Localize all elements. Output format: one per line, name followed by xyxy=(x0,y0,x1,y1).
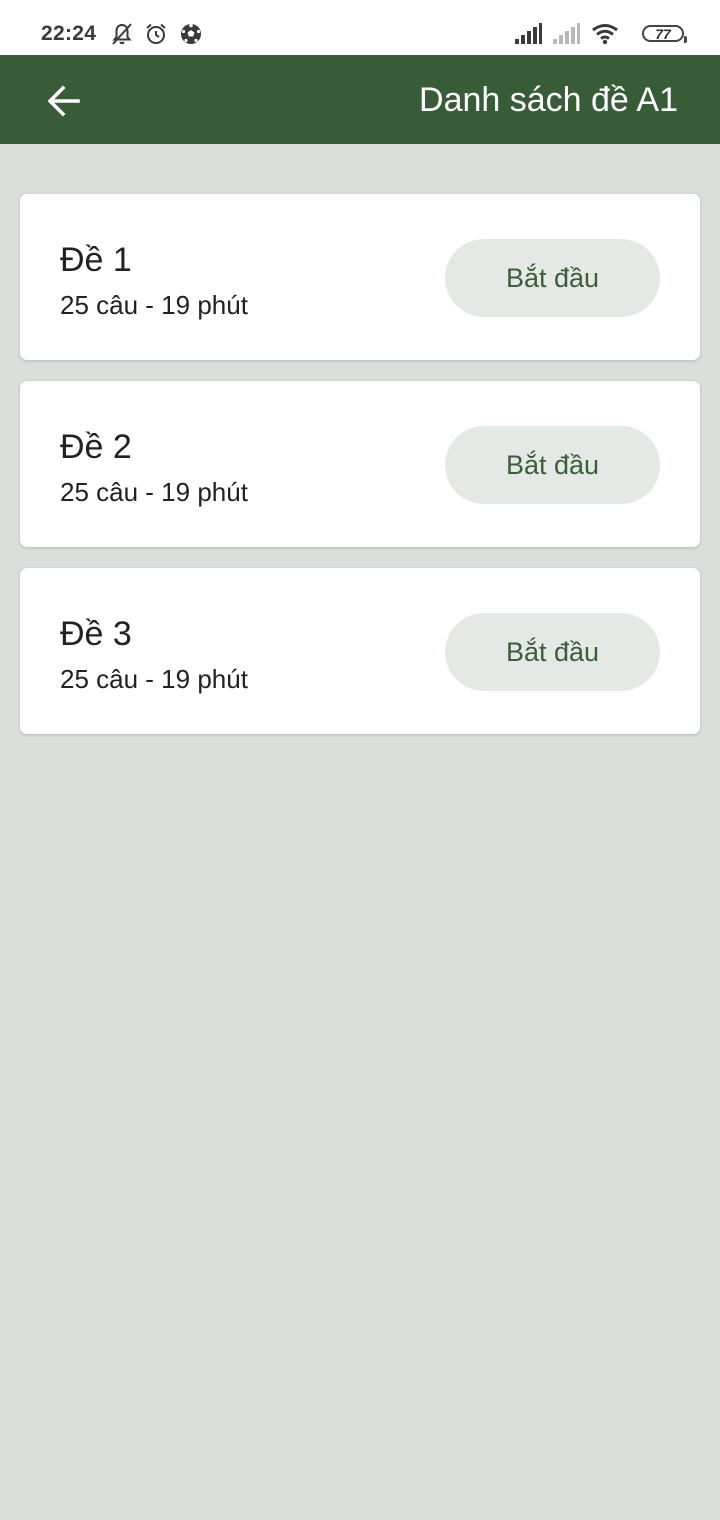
battery-tip xyxy=(684,36,687,43)
start-button-exam-1[interactable]: Bắt đầu xyxy=(445,239,660,317)
alarm-icon xyxy=(146,23,166,44)
status-icons-right: 77 xyxy=(514,22,687,48)
exam-card-3: Đề 3 25 câu - 19 phút Bắt đầu xyxy=(20,568,700,734)
back-button[interactable] xyxy=(32,69,96,133)
arrow-left-icon xyxy=(47,85,80,117)
exam-title: Đề 3 xyxy=(60,615,132,653)
battery-level: 77 xyxy=(655,26,671,42)
signal-strong-icon xyxy=(515,23,542,44)
battery-icon: 77 xyxy=(642,25,687,43)
signal-weak-icon xyxy=(553,23,580,44)
wifi-icon xyxy=(592,24,618,45)
soccer-ball-icon xyxy=(181,23,201,44)
exam-list: Đề 1 25 câu - 19 phút Bắt đầu Đề 2 25 câ… xyxy=(20,194,700,755)
notifications-off-icon xyxy=(112,23,132,45)
exam-meta: 25 câu - 19 phút xyxy=(60,477,248,507)
exam-card-1: Đề 1 25 câu - 19 phút Bắt đầu xyxy=(20,194,700,360)
exam-meta: 25 câu - 19 phút xyxy=(60,290,248,320)
start-button-exam-2[interactable]: Bắt đầu xyxy=(445,426,660,504)
start-button-exam-3[interactable]: Bắt đầu xyxy=(445,613,660,691)
status-bar: 22:24 77 xyxy=(0,0,720,55)
status-time: 22:24 xyxy=(41,22,97,45)
exam-title: Đề 1 xyxy=(60,241,132,279)
app-bar: Danh sách đề A1 xyxy=(0,55,720,144)
exam-card-2: Đề 2 25 câu - 19 phút Bắt đầu xyxy=(20,381,700,547)
exam-title: Đề 2 xyxy=(60,428,132,466)
exam-meta: 25 câu - 19 phút xyxy=(60,664,248,694)
page-title: Danh sách đề A1 xyxy=(419,81,678,119)
